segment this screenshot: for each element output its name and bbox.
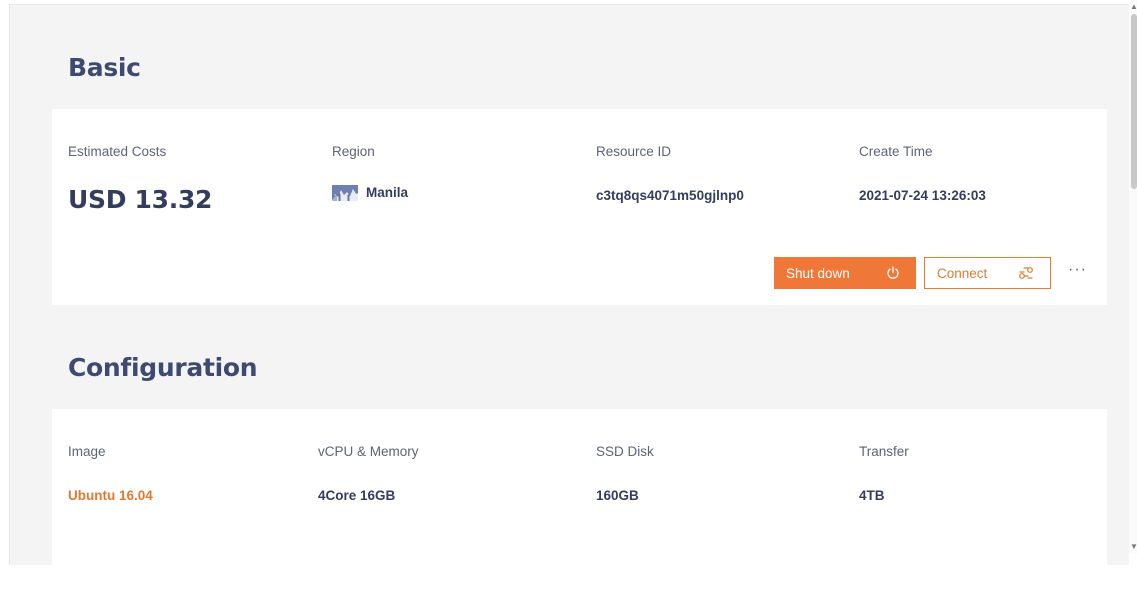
region-value: Manila (332, 185, 409, 202)
scroll-down-arrow-icon[interactable]: ▼ (1130, 542, 1137, 551)
basic-section-title: Basic (68, 53, 141, 82)
estimated-costs-value: USD 13.32 (68, 185, 213, 214)
vcpu-memory-value: 4Core 16GB (318, 488, 396, 503)
region-name: Manila (366, 185, 409, 200)
vcpu-memory-label: vCPU & Memory (318, 444, 419, 459)
configuration-section-title: Configuration (68, 353, 258, 382)
resource-id-label: Resource ID (596, 144, 672, 159)
ssd-disk-label: SSD Disk (596, 444, 654, 459)
basic-card: Estimated Costs Region Resource ID Creat… (52, 109, 1107, 305)
image-value-link[interactable]: Ubuntu 16.04 (68, 488, 153, 503)
scrollbar-thumb[interactable] (1131, 14, 1137, 189)
transfer-value: 4TB (859, 488, 885, 503)
connect-button[interactable]: Connect (924, 257, 1051, 289)
transfer-label: Transfer (859, 444, 909, 459)
content-frame: Basic Estimated Costs Region Resource ID… (9, 4, 1129, 609)
shut-down-button[interactable]: Shut down (774, 257, 916, 289)
connect-link-icon (1019, 267, 1033, 279)
power-icon (887, 266, 899, 279)
city-flag-icon (332, 185, 358, 202)
more-options-icon[interactable]: ··· (1068, 261, 1087, 279)
configuration-card: Image vCPU & Memory SSD Disk Transfer Ub… (52, 409, 1107, 609)
ssd-disk-value: 160GB (596, 488, 639, 503)
create-time-label: Create Time (859, 144, 933, 159)
resource-id-value: c3tq8qs4071m50gjlnp0 (596, 188, 744, 203)
region-label: Region (332, 144, 375, 159)
connect-label: Connect (937, 265, 988, 281)
estimated-costs-label: Estimated Costs (68, 144, 167, 159)
shut-down-label: Shut down (786, 265, 850, 281)
scroll-up-arrow-icon[interactable]: ▲ (1130, 2, 1137, 11)
image-label: Image (68, 444, 106, 459)
create-time-value: 2021-07-24 13:26:03 (859, 188, 986, 203)
